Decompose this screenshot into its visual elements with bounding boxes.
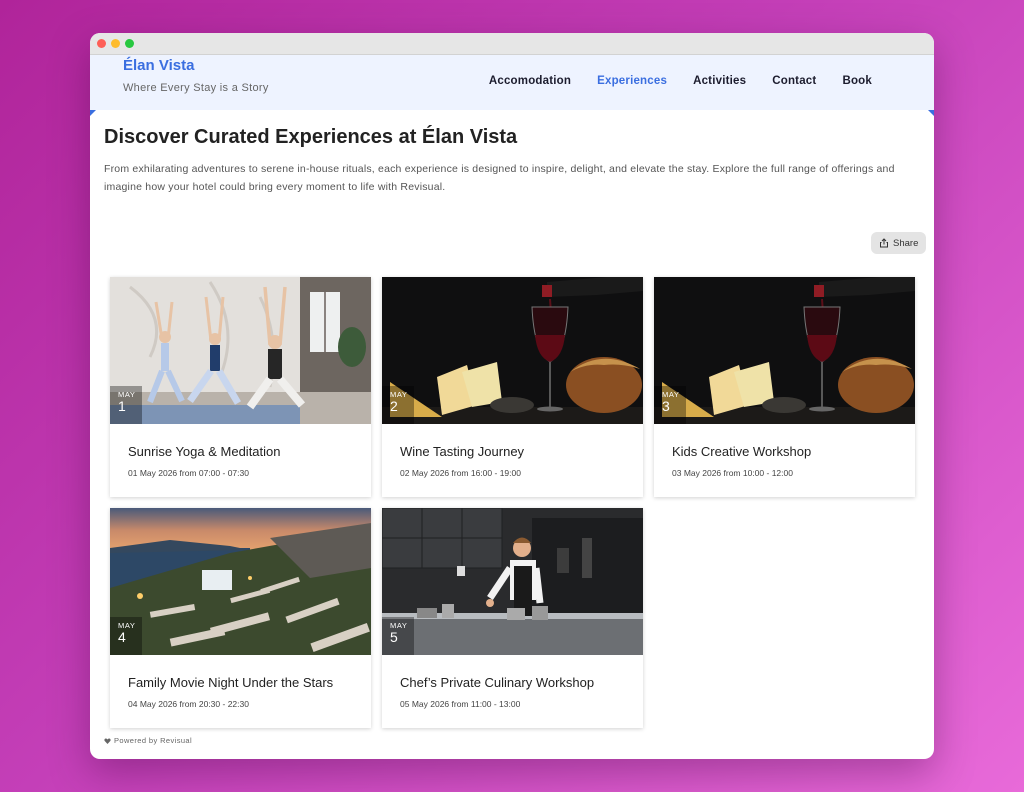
card-title: Family Movie Night Under the Stars — [128, 675, 334, 690]
card-time: 02 May 2026 from 16:00 - 19:00 — [400, 468, 521, 478]
page-title: Discover Curated Experiences at Élan Vis… — [104, 126, 518, 148]
card-time: 05 May 2026 from 11:00 - 13:00 — [400, 699, 521, 709]
share-label: Share — [893, 237, 919, 249]
date-day: 3 — [662, 398, 670, 414]
wine-cheese-photo: MAY 2 — [382, 277, 643, 424]
card-title: Sunrise Yoga & Meditation — [128, 444, 281, 459]
nav-item-experiences[interactable]: Experiences — [597, 75, 667, 87]
card-time: 03 May 2026 from 10:00 - 12:00 — [672, 468, 793, 478]
wine-image — [654, 277, 915, 424]
browser-window: Élan Vista Where Every Stay is a Story A… — [90, 33, 934, 759]
nav-item-activities[interactable]: Activities — [693, 75, 746, 87]
site-header: Élan Vista Where Every Stay is a Story A… — [90, 55, 934, 116]
yoga-image — [110, 277, 371, 424]
date-badge: MAY 5 — [382, 617, 414, 655]
corner-accent-right — [928, 110, 934, 116]
experience-card[interactable]: MAY 4 Family Movie Night Under the Stars… — [110, 508, 371, 728]
wine-cheese-photo: MAY 3 — [654, 277, 915, 424]
nav-item-accomodation[interactable]: Accomodation — [489, 75, 571, 87]
wine-image — [382, 277, 643, 424]
chef-image — [382, 508, 643, 655]
intro-text: From exhilarating adventures to serene i… — [104, 163, 895, 193]
close-window-button[interactable] — [97, 39, 106, 48]
yoga-photo: MAY 1 — [110, 277, 371, 424]
date-badge: MAY 2 — [382, 386, 414, 424]
card-title: Chef’s Private Culinary Workshop — [400, 675, 595, 690]
brand-title[interactable]: Élan Vista — [123, 57, 194, 74]
date-badge: MAY 4 — [110, 617, 142, 655]
card-time: 01 May 2026 from 07:00 - 07:30 — [128, 468, 249, 478]
experience-card[interactable]: MAY 3 Kids Creative Workshop 03 May 2026… — [654, 277, 915, 497]
corner-accent-left — [90, 110, 96, 116]
heart-icon — [104, 737, 111, 744]
date-badge: MAY 3 — [654, 386, 686, 424]
date-day: 4 — [118, 629, 126, 645]
date-day: 5 — [390, 629, 398, 645]
outdoor-cinema-photo: MAY 4 — [110, 508, 371, 655]
card-title: Wine Tasting Journey — [400, 444, 525, 459]
share-button[interactable]: Share — [871, 232, 927, 254]
nav-item-contact[interactable]: Contact — [772, 75, 816, 87]
powered-by[interactable]: Powered by Revisual — [104, 736, 192, 745]
cinema-image — [110, 508, 371, 655]
main-nav: Accomodation Experiences Activities Cont… — [489, 75, 872, 87]
experience-grid: MAY 1 Sunrise Yoga & Meditation 01 May 2… — [110, 277, 915, 728]
maximize-window-button[interactable] — [125, 39, 134, 48]
chef-kitchen-photo: MAY 5 — [382, 508, 643, 655]
card-title: Kids Creative Workshop — [672, 444, 812, 459]
share-icon — [880, 238, 888, 248]
date-day: 2 — [390, 398, 398, 414]
experience-card[interactable]: MAY 5 Chef’s Private Culinary Workshop 0… — [382, 508, 643, 728]
nav-item-book[interactable]: Book — [842, 75, 872, 87]
experience-card[interactable]: MAY 2 Wine Tasting Journey 02 May 2026 f… — [382, 277, 643, 497]
powered-by-label: Powered by Revisual — [114, 736, 193, 745]
date-day: 1 — [118, 398, 126, 414]
date-badge: MAY 1 — [110, 386, 142, 424]
experience-card[interactable]: MAY 1 Sunrise Yoga & Meditation 01 May 2… — [110, 277, 371, 497]
window-titlebar — [90, 33, 934, 55]
card-time: 04 May 2026 from 20:30 - 22:30 — [128, 699, 249, 709]
minimize-window-button[interactable] — [111, 39, 120, 48]
brand-tagline: Where Every Stay is a Story — [123, 82, 269, 94]
